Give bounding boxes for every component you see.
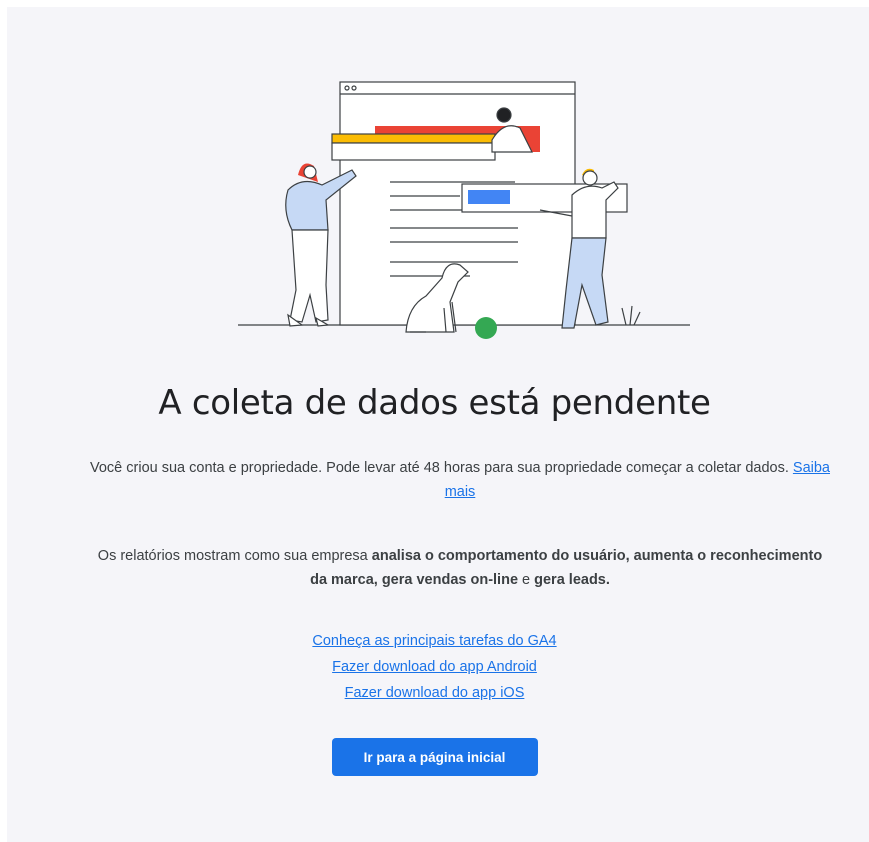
intro-text: Você criou sua conta e propriedade. Pode… <box>90 460 789 476</box>
reports-middle: e <box>518 572 535 588</box>
ios-app-download-link[interactable]: Fazer download do app iOS <box>345 680 525 706</box>
go-to-home-button[interactable]: Ir para a página inicial <box>331 738 538 776</box>
resource-links: Conheça as principais tarefas do GA4 Faz… <box>0 628 869 706</box>
people-building-webpage-illustration <box>230 70 700 360</box>
ga4-key-tasks-link[interactable]: Conheça as principais tarefas do GA4 <box>312 628 556 654</box>
reports-prefix: Os relatórios mostram como sua empresa <box>97 548 372 564</box>
intro-paragraph: Você criou sua conta e propriedade. Pode… <box>90 456 830 504</box>
page-title: A coleta de dados está pendente <box>158 383 711 423</box>
button-container: Ir para a página inicial <box>0 738 869 776</box>
reports-bold-2: gera leads. <box>534 572 610 588</box>
reports-paragraph: Os relatórios mostram como sua empresa a… <box>90 544 830 592</box>
android-app-download-link[interactable]: Fazer download do app Android <box>332 654 537 680</box>
